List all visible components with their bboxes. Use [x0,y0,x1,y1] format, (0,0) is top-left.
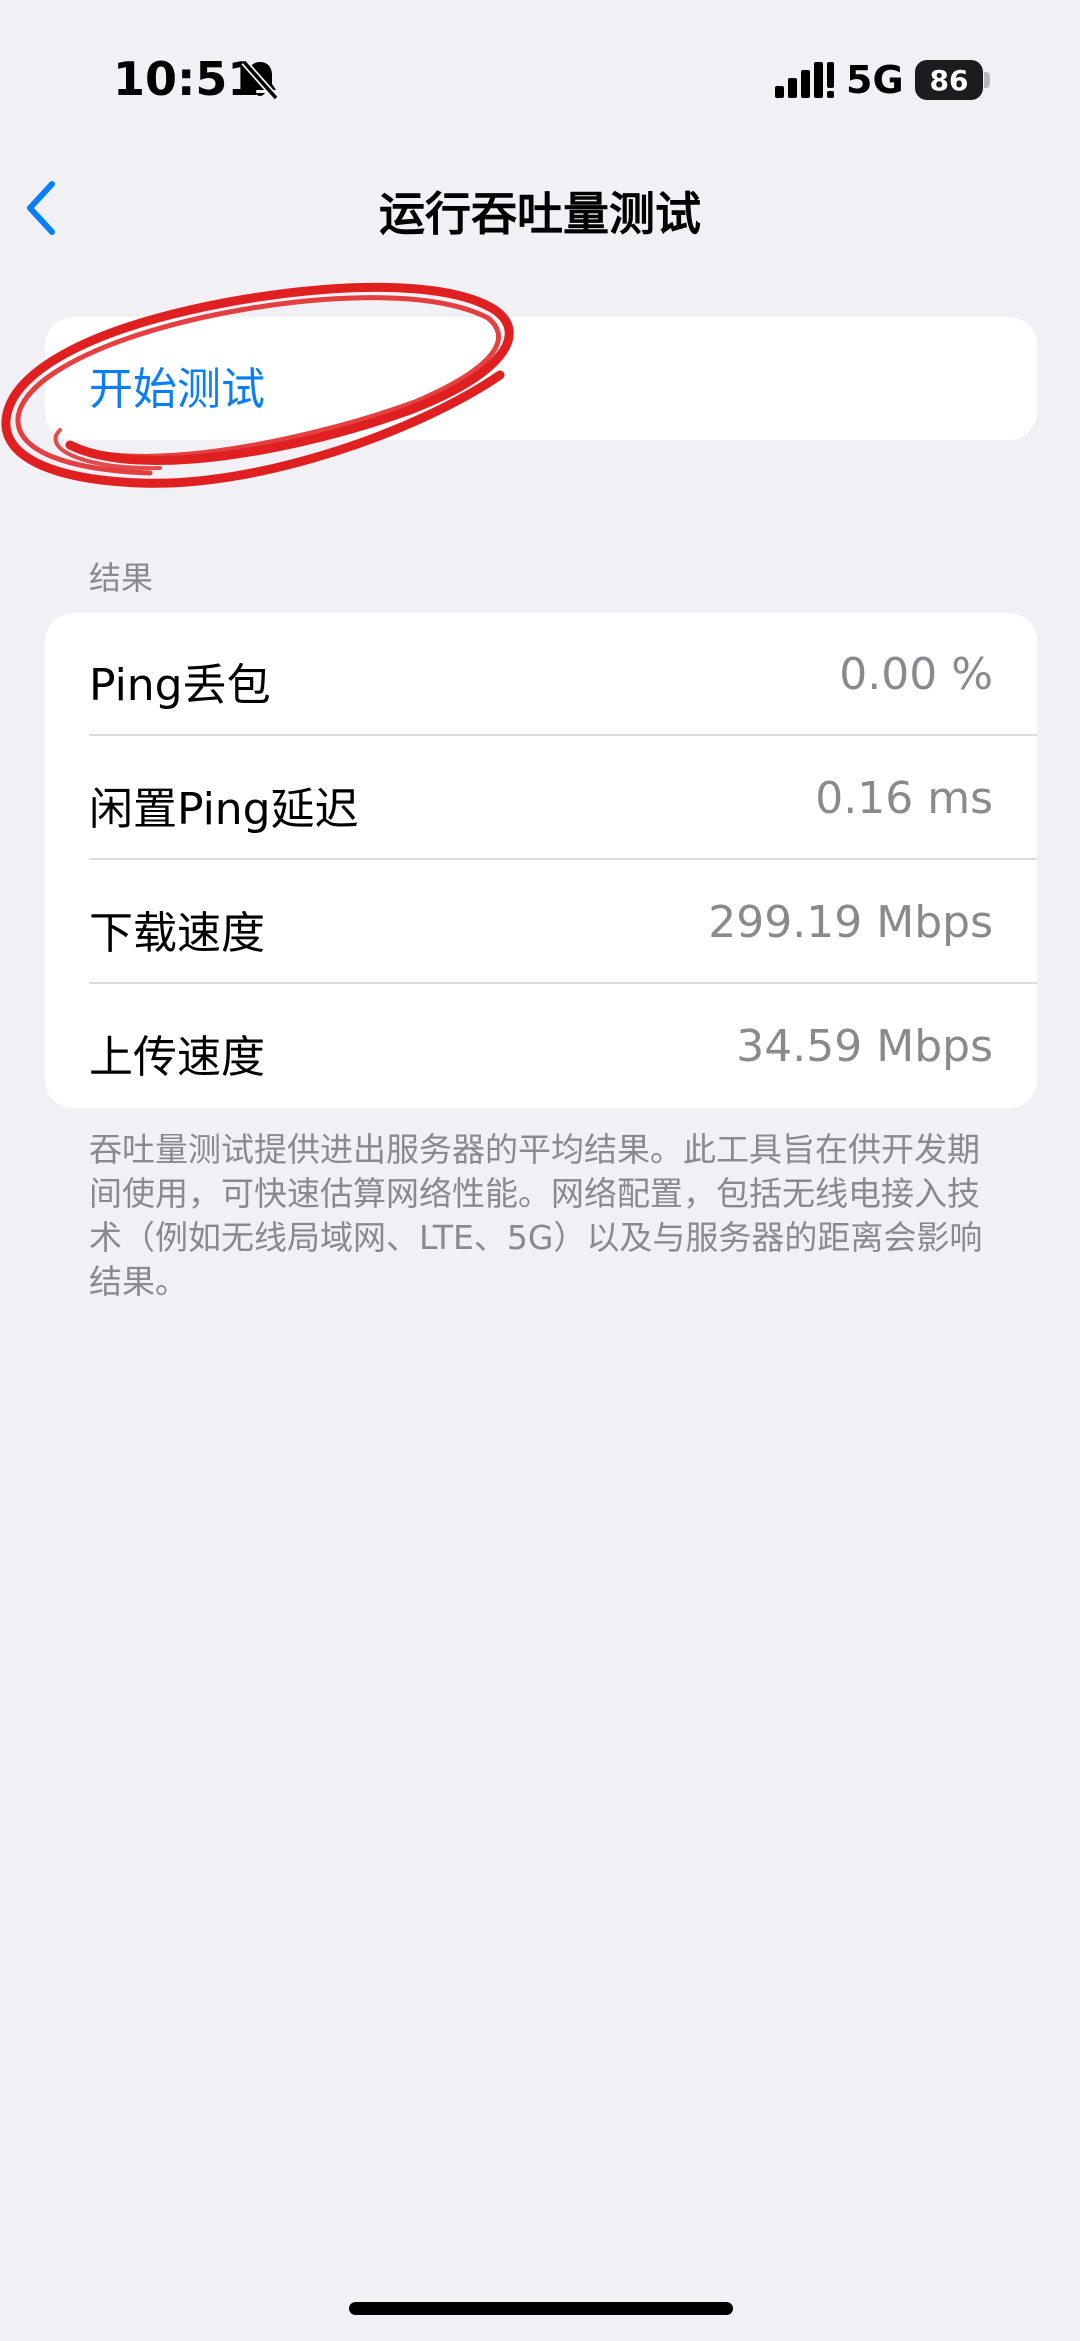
page-title: 运行吞吐量测试 [379,187,701,241]
battery-level: 86 [929,63,969,97]
battery-cap [984,72,990,88]
start-test-button[interactable]: 开始测试 [89,353,265,417]
screen: 10:51 5G 86 运行吞吐量测试 开始测试 结果 Ping丢包 0.00 … [0,0,1080,2341]
result-value: 299.19 Mbps [708,897,993,948]
battery-icon: 86 [915,60,983,100]
result-row-upload: 上传速度 34.59 Mbps [45,985,1037,1108]
results-card: Ping丢包 0.00 % 闲置Ping延迟 0.16 ms 下载速度 299.… [45,613,1037,1108]
result-value: 0.00 % [839,649,993,700]
results-footnote: 吞吐量测试提供进出服务器的平均结果。此工具旨在供开发期间使用，可快速估算网络性能… [89,1130,983,1301]
home-indicator[interactable] [349,2302,733,2315]
result-value: 34.59 Mbps [736,1021,993,1072]
status-time: 10:51 [113,52,260,106]
network-type: 5G [846,58,904,102]
results-section-header: 结果 [89,559,154,597]
result-row-ping-loss: Ping丢包 0.00 % [45,613,1037,736]
cellular-signal-icon [775,62,834,98]
start-test-card[interactable]: 开始测试 [45,317,1037,440]
bell-slash-icon [241,59,279,101]
result-row-download: 下载速度 299.19 Mbps [45,861,1037,984]
result-label: Ping丢包 [89,660,271,711]
row-divider [89,982,1037,984]
result-value: 0.16 ms [815,773,993,824]
result-label: 下载速度 [89,908,265,959]
result-row-idle-latency: 闲置Ping延迟 0.16 ms [45,737,1037,860]
row-divider [89,858,1037,860]
result-label: 闲置Ping延迟 [89,784,359,835]
result-label: 上传速度 [89,1032,265,1083]
row-divider [89,734,1037,736]
